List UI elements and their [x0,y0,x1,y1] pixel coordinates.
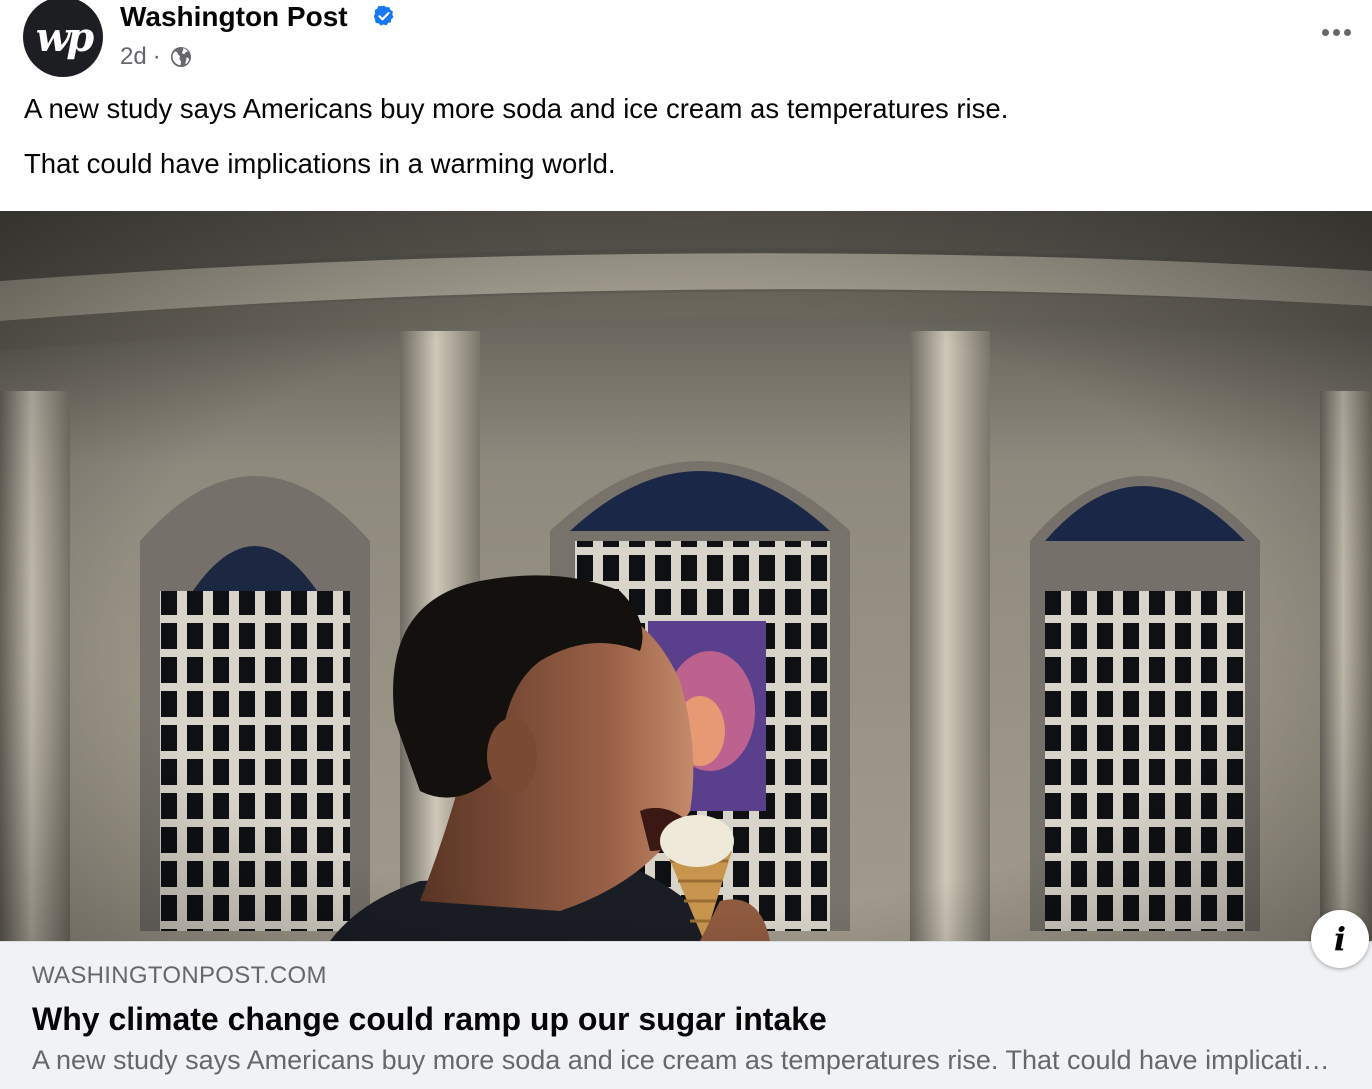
post-meta: 2d · [120,40,193,74]
post-text-line: That could have implications in a warmin… [24,148,616,179]
post-timestamp[interactable]: 2d [120,40,147,74]
page-avatar[interactable]: wp [23,0,103,77]
post-message: A new study says Americans buy more soda… [24,92,1344,181]
link-domain: WASHINGTONPOST.COM [32,962,327,989]
more-dot [1321,28,1329,36]
more-dot [1332,28,1340,36]
link-preview-card[interactable]: WASHINGTONPOST.COM Why climate change co… [0,941,1372,1089]
more-dot [1343,28,1351,36]
post-text-line: A new study says Americans buy more soda… [24,93,1009,124]
avatar-logo-text: wp [35,13,94,61]
page-name-link[interactable]: Washington Post [120,0,348,34]
link-description: A new study says Americans buy more soda… [32,1045,1332,1075]
more-options-button[interactable] [1316,20,1356,44]
globe-icon [170,47,191,67]
info-button[interactable]: i [1311,910,1369,968]
link-headline: Why climate change could ramp up our sug… [32,1001,827,1037]
verified-badge-icon [373,5,394,26]
meta-separator: · [152,43,161,70]
article-photo[interactable] [0,211,1372,941]
info-icon: i [1333,920,1347,958]
